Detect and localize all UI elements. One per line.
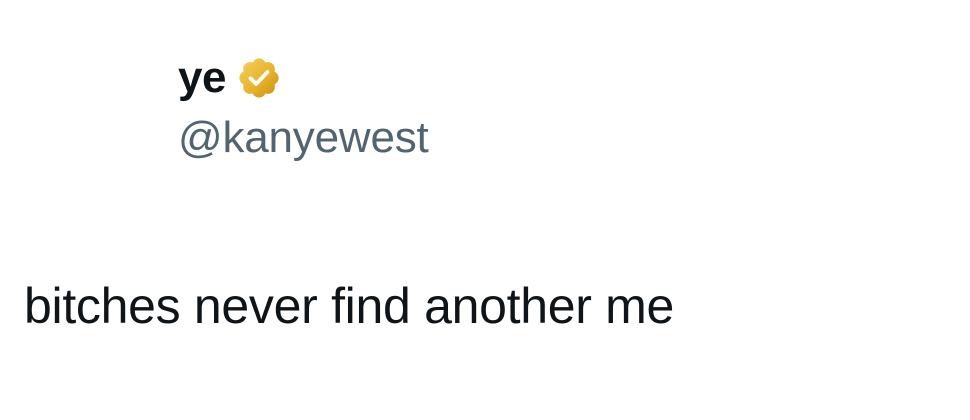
- user-handle[interactable]: @kanyewest: [178, 113, 429, 162]
- verified-badge-icon: [236, 55, 282, 101]
- display-name[interactable]: ye: [178, 56, 226, 100]
- tweet-header: ye @kanyewest: [178, 50, 429, 162]
- tweet-text: bitches never find another me: [24, 278, 675, 334]
- name-row: ye: [178, 50, 429, 106]
- tweet-card: ye @kanyewest bitches never find another…: [0, 0, 970, 420]
